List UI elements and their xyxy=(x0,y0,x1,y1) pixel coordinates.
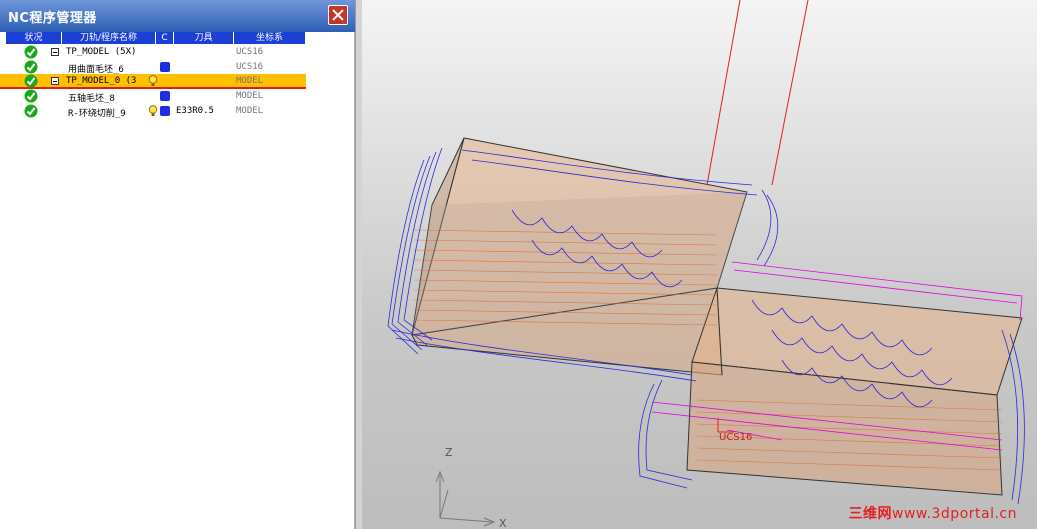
nc-program-manager-panel: NC程序管理器 状况 刀轨/程序名称 C 刀具 坐标系 TP_MODEL (5X… xyxy=(0,0,357,529)
check-icon xyxy=(24,60,38,74)
graphics-viewport[interactable]: Z X UCS16 三维网www.3dportal.cn xyxy=(362,0,1037,529)
title-bar: NC程序管理器 xyxy=(0,0,357,32)
watermark-cn: 三维网 xyxy=(848,506,892,522)
coordinate-system: MODEL xyxy=(236,76,264,86)
tree-row[interactable]: R-环绕切削_9 E33R0.5 MODEL xyxy=(0,104,306,119)
tree-row-selected[interactable]: TP_MODEL_0 (3 MODEL xyxy=(0,74,306,89)
stock-indicator-icon xyxy=(160,91,170,101)
column-header-status[interactable]: 状况 xyxy=(6,32,62,44)
coordinate-system: MODEL xyxy=(236,106,264,116)
program-name: TP_MODEL (5X) xyxy=(66,47,137,57)
ucs-label: UCS16 xyxy=(719,432,753,443)
stock-indicator-icon xyxy=(160,106,170,116)
check-icon xyxy=(24,104,38,118)
watermark: 三维网www.3dportal.cn xyxy=(849,503,1018,523)
tree-row[interactable]: 五轴毛坯_8 MODEL xyxy=(0,89,306,104)
collapse-icon[interactable] xyxy=(51,77,59,85)
lightbulb-icon xyxy=(148,105,158,116)
axis-x-label: X xyxy=(499,517,507,529)
tool-name: E33R0.5 xyxy=(176,106,214,116)
column-header-tool[interactable]: 刀具 xyxy=(174,32,234,44)
watermark-url: www.3dportal.cn xyxy=(892,506,1017,522)
axis-z-label: Z xyxy=(445,446,453,459)
column-header-name[interactable]: 刀轨/程序名称 xyxy=(62,32,156,44)
collapse-icon[interactable] xyxy=(51,48,59,56)
tree-row[interactable]: 用曲面毛坯_6 UCS16 xyxy=(0,60,306,75)
toolpath-graphics xyxy=(387,0,1025,527)
coordinate-system: UCS16 xyxy=(236,47,264,57)
column-header-c[interactable]: C xyxy=(156,32,174,44)
lightbulb-icon xyxy=(148,75,158,86)
check-icon xyxy=(24,74,38,88)
check-icon xyxy=(24,89,38,103)
stock-indicator-icon xyxy=(160,62,170,72)
window-title: NC程序管理器 xyxy=(8,11,97,26)
program-name: R-环绕切削_9 xyxy=(68,109,126,119)
program-name: TP_MODEL_0 (3 xyxy=(66,76,137,86)
program-name: 五轴毛坯_8 xyxy=(68,94,115,104)
coordinate-system: UCS16 xyxy=(236,62,264,72)
coordinate-system: MODEL xyxy=(236,91,264,101)
splitter[interactable] xyxy=(355,0,362,529)
tree-row[interactable]: TP_MODEL (5X) UCS16 xyxy=(0,45,306,60)
column-header-coord[interactable]: 坐标系 xyxy=(234,32,306,44)
check-icon xyxy=(24,45,38,59)
close-icon[interactable] xyxy=(328,5,348,25)
